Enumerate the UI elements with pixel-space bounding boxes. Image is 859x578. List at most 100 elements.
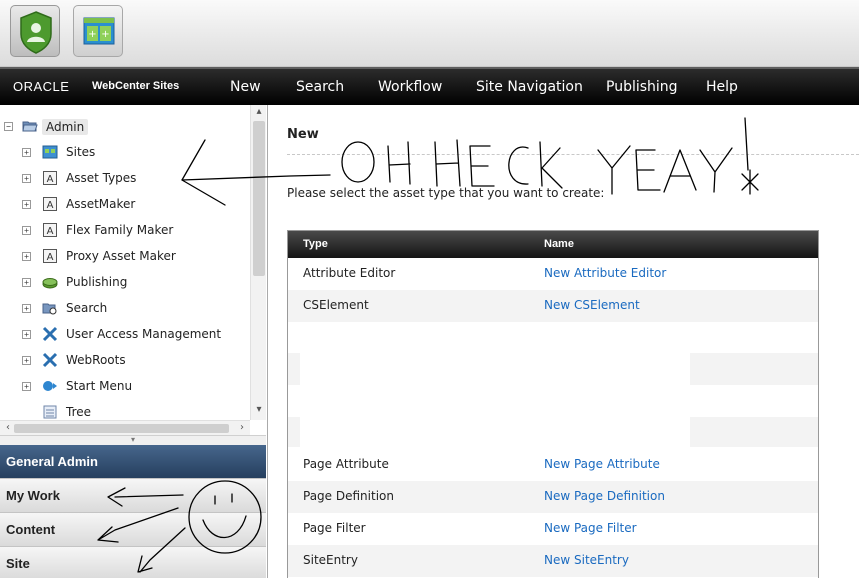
asset-type-table: Type Name Attribute Editor New Attribute… [287,230,819,578]
tree-item-sites[interactable]: + Sites [0,141,250,165]
folder-open-icon [22,121,38,132]
tree-item-label: Flex Family Maker [66,223,174,237]
admin-tree: − Admin + Sites + A Asset Types + A Asse… [0,105,266,420]
new-asset-link[interactable]: New Page Attribute [544,457,660,471]
asset-type-icon: A [43,197,57,211]
nav-workflow[interactable]: Workflow [378,79,442,95]
scroll-thumb[interactable] [253,121,265,276]
search-folder-icon [42,303,57,315]
tree-item-publishing[interactable]: + Publishing [0,271,250,295]
tree-item-assetmaker[interactable]: + A AssetMaker [0,193,250,217]
scroll-thumb[interactable] [14,424,229,433]
scroll-down-icon[interactable]: ▾ [251,404,267,415]
scroll-right-icon[interactable]: › [234,422,250,433]
instructions-text: Please select the asset type that you wa… [287,186,605,200]
asset-type-icon: A [43,223,57,237]
table-header: Type Name [288,231,818,258]
tree-root-admin[interactable]: − Admin [0,115,250,139]
tree-root-label: Admin [42,119,89,135]
table-row: Attribute Editor New Attribute Editor [288,258,818,290]
tree-item-start-menu[interactable]: + Start Menu [0,375,250,399]
collapse-icon[interactable]: − [4,122,13,131]
tree-item-label: Asset Types [66,171,137,185]
top-toolbar: + + [0,0,859,67]
nav-search[interactable]: Search [296,79,344,95]
new-asset-link[interactable]: New Attribute Editor [544,266,666,280]
expand-icon[interactable]: + [22,148,31,157]
nav-help[interactable]: Help [706,79,738,95]
tree-item-label: AssetMaker [66,197,136,211]
column-header-name: Name [544,238,574,250]
tools-icon [42,352,58,368]
main-content: New Please select the asset type that yo… [270,105,859,578]
asset-type-cell: Page Filter [303,521,366,535]
table-row: Page Attribute New Page Attribute [288,449,818,481]
admin-interface-button[interactable] [10,5,60,57]
row-gap [288,417,300,447]
row-gap [288,353,300,385]
tree-item-search[interactable]: + Search [0,297,250,321]
accordion-general-admin[interactable]: General Admin [0,445,266,479]
tree-item-user-access-management[interactable]: + User Access Management [0,323,250,347]
expand-icon[interactable]: + [22,252,31,261]
panel-splitter[interactable]: ▾ [0,435,266,445]
expand-icon[interactable]: + [22,382,31,391]
product-name: WebCenter Sites [92,80,180,92]
tree-item-webroots[interactable]: + WebRoots [0,349,250,373]
tree-vertical-scrollbar[interactable]: ▴ ▾ [250,105,266,420]
expand-icon[interactable]: + [22,278,31,287]
start-menu-icon [43,381,57,391]
table-row: Page Filter New Page Filter [288,513,818,545]
contributor-interface-button[interactable]: + + [73,5,123,57]
expand-icon[interactable]: + [22,356,31,365]
new-asset-link[interactable]: New CSElement [544,298,640,312]
tree-item-tree[interactable]: Tree [0,401,250,420]
tree-item-label: WebRoots [66,353,126,367]
tree-item-label: Proxy Asset Maker [66,249,176,263]
tree-horizontal-scrollbar[interactable]: ‹ › [0,420,250,435]
tree-item-asset-types[interactable]: + A Asset Types [0,167,250,191]
contributor-grid-icon: + + [83,17,115,45]
accordion-content[interactable]: Content [0,513,266,547]
main-navbar: ORACLE WebCenter Sites New Search Workfl… [0,67,859,105]
accordion-site[interactable]: Site [0,547,266,578]
publishing-icon [42,278,58,289]
tree-item-proxy-asset-maker[interactable]: + A Proxy Asset Maker [0,245,250,269]
tree-item-label: Sites [66,145,96,159]
scroll-up-icon[interactable]: ▴ [251,106,267,117]
tree-item-flex-family-maker[interactable]: + A Flex Family Maker [0,219,250,243]
svg-text:A: A [47,174,54,185]
expand-icon[interactable]: + [22,304,31,313]
svg-text:A: A [47,226,54,237]
nav-site-navigation[interactable]: Site Navigation [476,79,583,95]
asset-type-cell: SiteEntry [303,553,358,567]
tree-item-label: Publishing [66,275,128,289]
asset-type-cell: Page Definition [303,489,394,503]
asset-type-icon: A [43,249,57,263]
tools-icon [42,326,58,342]
nav-publishing[interactable]: Publishing [606,79,678,95]
table-row: Page Definition New Page Definition [288,481,818,513]
svg-text:A: A [47,252,54,263]
svg-text:+: + [101,29,109,40]
left-panel: − Admin + Sites + A Asset Types + A Asse… [0,105,268,578]
table-row: CSElement New CSElement [288,290,818,322]
expand-icon[interactable]: + [22,174,31,183]
oracle-logo: ORACLE [13,79,70,94]
admin-shield-icon [20,11,52,54]
asset-type-cell: CSElement [303,298,369,312]
column-header-type: Type [303,238,328,250]
row-gap [690,353,818,385]
svg-text:+: + [88,29,96,40]
expand-icon[interactable]: + [22,200,31,209]
expand-icon[interactable]: + [22,330,31,339]
nav-new[interactable]: New [230,79,261,95]
expand-icon[interactable]: + [22,226,31,235]
tree-item-label: Search [66,301,108,315]
tree-item-label: Start Menu [66,379,133,393]
accordion-my-work[interactable]: My Work [0,479,266,513]
svg-text:A: A [47,200,54,211]
new-asset-link[interactable]: New Page Definition [544,489,665,503]
new-asset-link[interactable]: New SiteEntry [544,553,629,567]
new-asset-link[interactable]: New Page Filter [544,521,637,535]
